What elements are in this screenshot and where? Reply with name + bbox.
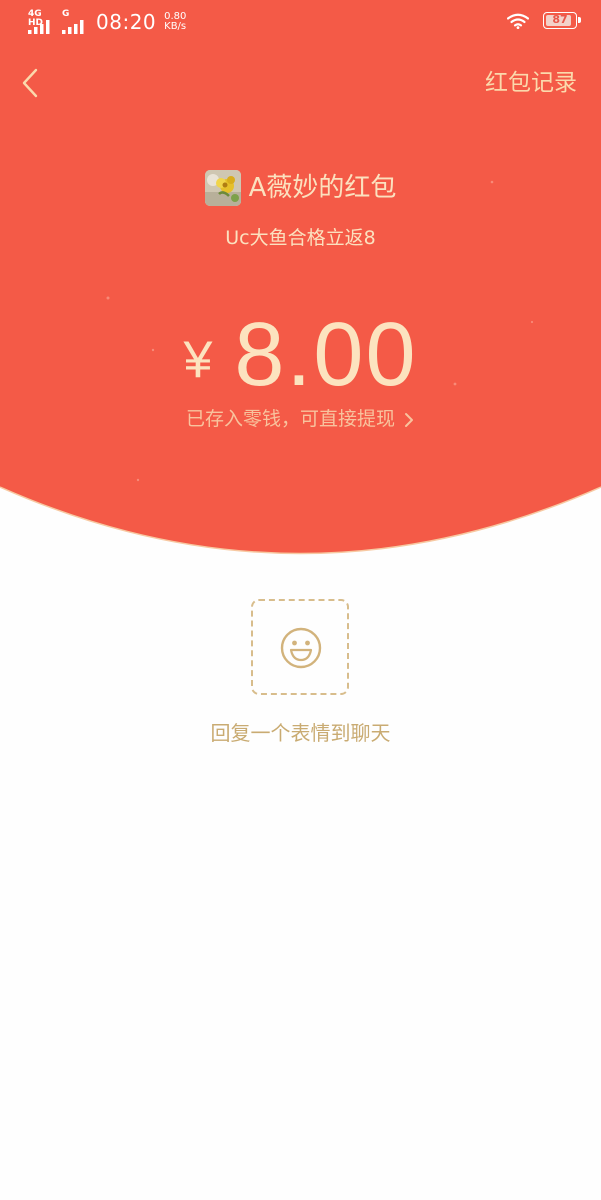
stored-to-balance-text: 已存入零钱，可直接提现 [185, 408, 395, 430]
network-tag-g: G [62, 9, 70, 19]
smiley-face-icon [280, 627, 322, 669]
red-packet-records-link[interactable]: 红包记录 [485, 68, 577, 98]
stored-to-balance-link[interactable]: 已存入零钱，可直接提现 [0, 404, 601, 434]
currency-symbol: ¥ [183, 331, 213, 389]
packet-amount: ¥ 8.00 [0, 306, 601, 404]
chevron-left-icon [22, 68, 38, 98]
signal-g-icon: G [62, 10, 90, 34]
emoji-reply-button[interactable] [251, 599, 349, 695]
network-speed-unit: KB/s [164, 21, 187, 32]
amount-value: 8.00 [234, 305, 418, 405]
sender-avatar[interactable] [204, 170, 241, 206]
sender-name: A薇妙的红包 [248, 173, 397, 203]
flower-avatar-image [204, 170, 241, 206]
packet-greeting: Uc大鱼合格立返8 [225, 227, 376, 249]
wifi-icon [507, 13, 529, 29]
signal-4g-icon: 4G HD [28, 10, 56, 34]
clock-time: 08:20 [96, 10, 157, 34]
chevron-right-icon [405, 412, 414, 427]
sender-row: A薇妙的红包 [0, 170, 601, 206]
status-bar: 4G HD G 08:20 0.80 KB/s 87 [0, 0, 601, 46]
back-button[interactable] [14, 62, 50, 104]
network-speed: 0.80 KB/s [164, 12, 186, 32]
battery-indicator: 87 [543, 12, 581, 29]
battery-level: 87 [552, 13, 568, 26]
reply-emoji-label[interactable]: 回复一个表情到聊天 [0, 718, 601, 748]
